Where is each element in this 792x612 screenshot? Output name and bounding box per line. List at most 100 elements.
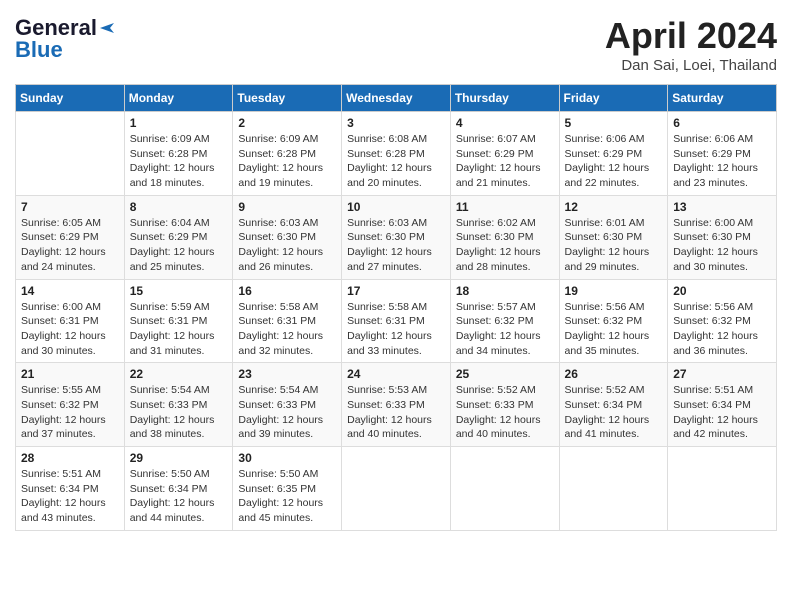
- calendar-cell: 14 Sunrise: 6:00 AMSunset: 6:31 PMDayligh…: [16, 279, 125, 363]
- calendar-cell: 15 Sunrise: 5:59 AMSunset: 6:31 PMDayligh…: [124, 279, 233, 363]
- day-info: Sunrise: 6:09 AMSunset: 6:28 PMDaylight:…: [130, 132, 228, 191]
- day-info: Sunrise: 6:07 AMSunset: 6:29 PMDaylight:…: [456, 132, 554, 191]
- day-info: Sunrise: 5:50 AMSunset: 6:35 PMDaylight:…: [238, 467, 336, 526]
- calendar-cell: 11 Sunrise: 6:02 AMSunset: 6:30 PMDayligh…: [450, 195, 559, 279]
- day-info: Sunrise: 6:09 AMSunset: 6:28 PMDaylight:…: [238, 132, 336, 191]
- day-info: Sunrise: 5:51 AMSunset: 6:34 PMDaylight:…: [673, 383, 771, 442]
- calendar-cell: [16, 112, 125, 196]
- calendar-cell: 19 Sunrise: 5:56 AMSunset: 6:32 PMDayligh…: [559, 279, 668, 363]
- header-cell-monday: Monday: [124, 85, 233, 112]
- calendar-week-1: 1 Sunrise: 6:09 AMSunset: 6:28 PMDaylight…: [16, 112, 777, 196]
- calendar-cell: 29Sunrise: 5:50 AMSunset: 6:34 PMDayligh…: [124, 447, 233, 531]
- day-number: 25: [456, 367, 554, 381]
- day-info: Sunrise: 5:53 AMSunset: 6:33 PMDaylight:…: [347, 383, 445, 442]
- calendar-cell: 13 Sunrise: 6:00 AMSunset: 6:30 PMDayligh…: [668, 195, 777, 279]
- day-info: Sunrise: 5:58 AMSunset: 6:31 PMDaylight:…: [238, 300, 336, 359]
- day-info: Sunrise: 6:03 AMSunset: 6:30 PMDaylight:…: [238, 216, 336, 275]
- calendar-week-3: 14 Sunrise: 6:00 AMSunset: 6:31 PMDayligh…: [16, 279, 777, 363]
- calendar-week-4: 21 Sunrise: 5:55 AMSunset: 6:32 PMDayligh…: [16, 363, 777, 447]
- day-number: 11: [456, 200, 554, 214]
- day-info: Sunrise: 6:03 AMSunset: 6:30 PMDaylight:…: [347, 216, 445, 275]
- header-cell-friday: Friday: [559, 85, 668, 112]
- calendar-cell: 24 Sunrise: 5:53 AMSunset: 6:33 PMDayligh…: [342, 363, 451, 447]
- logo-bird-icon: [98, 19, 116, 37]
- day-number: 15: [130, 284, 228, 298]
- day-info: Sunrise: 6:08 AMSunset: 6:28 PMDaylight:…: [347, 132, 445, 191]
- day-info: Sunrise: 5:55 AMSunset: 6:32 PMDaylight:…: [21, 383, 119, 442]
- day-number: 23: [238, 367, 336, 381]
- day-number: 1: [130, 116, 228, 130]
- calendar-cell: 16 Sunrise: 5:58 AMSunset: 6:31 PMDayligh…: [233, 279, 342, 363]
- day-info: Sunrise: 5:58 AMSunset: 6:31 PMDaylight:…: [347, 300, 445, 359]
- calendar-cell: [559, 447, 668, 531]
- calendar-cell: 22Sunrise: 5:54 AMSunset: 6:33 PMDayligh…: [124, 363, 233, 447]
- day-number: 12: [565, 200, 663, 214]
- day-number: 17: [347, 284, 445, 298]
- calendar-cell: 26Sunrise: 5:52 AMSunset: 6:34 PMDayligh…: [559, 363, 668, 447]
- day-number: 27: [673, 367, 771, 381]
- day-info: Sunrise: 6:00 AMSunset: 6:30 PMDaylight:…: [673, 216, 771, 275]
- day-info: Sunrise: 5:52 AMSunset: 6:33 PMDaylight:…: [456, 383, 554, 442]
- day-number: 24: [347, 367, 445, 381]
- calendar-cell: 5Sunrise: 6:06 AMSunset: 6:29 PMDaylight…: [559, 112, 668, 196]
- day-number: 28: [21, 451, 119, 465]
- header-cell-sunday: Sunday: [16, 85, 125, 112]
- day-info: Sunrise: 6:06 AMSunset: 6:29 PMDaylight:…: [565, 132, 663, 191]
- day-info: Sunrise: 6:00 AMSunset: 6:31 PMDaylight:…: [21, 300, 119, 359]
- location: Dan Sai, Loei, Thailand: [605, 57, 777, 74]
- day-number: 6: [673, 116, 771, 130]
- day-number: 21: [21, 367, 119, 381]
- day-info: Sunrise: 6:04 AMSunset: 6:29 PMDaylight:…: [130, 216, 228, 275]
- calendar-cell: 18Sunrise: 5:57 AMSunset: 6:32 PMDayligh…: [450, 279, 559, 363]
- day-number: 19: [565, 284, 663, 298]
- day-info: Sunrise: 5:56 AMSunset: 6:32 PMDaylight:…: [673, 300, 771, 359]
- calendar-cell: 12 Sunrise: 6:01 AMSunset: 6:30 PMDayligh…: [559, 195, 668, 279]
- header-cell-thursday: Thursday: [450, 85, 559, 112]
- header-cell-tuesday: Tuesday: [233, 85, 342, 112]
- calendar-cell: 28 Sunrise: 5:51 AMSunset: 6:34 PMDayligh…: [16, 447, 125, 531]
- day-info: Sunrise: 5:57 AMSunset: 6:32 PMDaylight:…: [456, 300, 554, 359]
- day-number: 2: [238, 116, 336, 130]
- day-number: 20: [673, 284, 771, 298]
- calendar-cell: 30Sunrise: 5:50 AMSunset: 6:35 PMDayligh…: [233, 447, 342, 531]
- page-header: General Blue April 2024 Dan Sai, Loei, T…: [15, 15, 777, 74]
- calendar-cell: 20 Sunrise: 5:56 AMSunset: 6:32 PMDayligh…: [668, 279, 777, 363]
- calendar-table: SundayMondayTuesdayWednesdayThursdayFrid…: [15, 84, 777, 531]
- calendar-week-2: 7 Sunrise: 6:05 AMSunset: 6:29 PMDaylight…: [16, 195, 777, 279]
- day-number: 4: [456, 116, 554, 130]
- header-cell-saturday: Saturday: [668, 85, 777, 112]
- logo: General Blue: [15, 15, 117, 63]
- day-info: Sunrise: 5:50 AMSunset: 6:34 PMDaylight:…: [130, 467, 228, 526]
- day-number: 14: [21, 284, 119, 298]
- calendar-cell: 1 Sunrise: 6:09 AMSunset: 6:28 PMDaylight…: [124, 112, 233, 196]
- calendar-cell: 10Sunrise: 6:03 AMSunset: 6:30 PMDayligh…: [342, 195, 451, 279]
- day-info: Sunrise: 5:52 AMSunset: 6:34 PMDaylight:…: [565, 383, 663, 442]
- day-number: 16: [238, 284, 336, 298]
- calendar-cell: 23 Sunrise: 5:54 AMSunset: 6:33 PMDayligh…: [233, 363, 342, 447]
- day-number: 7: [21, 200, 119, 214]
- calendar-cell: 9Sunrise: 6:03 AMSunset: 6:30 PMDaylight…: [233, 195, 342, 279]
- calendar-cell: [450, 447, 559, 531]
- calendar-cell: 25 Sunrise: 5:52 AMSunset: 6:33 PMDayligh…: [450, 363, 559, 447]
- day-number: 13: [673, 200, 771, 214]
- calendar-cell: 17 Sunrise: 5:58 AMSunset: 6:31 PMDayligh…: [342, 279, 451, 363]
- day-info: Sunrise: 5:59 AMSunset: 6:31 PMDaylight:…: [130, 300, 228, 359]
- logo-blue: Blue: [15, 37, 63, 63]
- day-info: Sunrise: 5:51 AMSunset: 6:34 PMDaylight:…: [21, 467, 119, 526]
- calendar-cell: [668, 447, 777, 531]
- day-number: 3: [347, 116, 445, 130]
- calendar-cell: 7 Sunrise: 6:05 AMSunset: 6:29 PMDaylight…: [16, 195, 125, 279]
- day-info: Sunrise: 6:02 AMSunset: 6:30 PMDaylight:…: [456, 216, 554, 275]
- day-info: Sunrise: 5:54 AMSunset: 6:33 PMDaylight:…: [130, 383, 228, 442]
- calendar-cell: [342, 447, 451, 531]
- day-info: Sunrise: 6:01 AMSunset: 6:30 PMDaylight:…: [565, 216, 663, 275]
- calendar-week-5: 28 Sunrise: 5:51 AMSunset: 6:34 PMDayligh…: [16, 447, 777, 531]
- day-info: Sunrise: 6:06 AMSunset: 6:29 PMDaylight:…: [673, 132, 771, 191]
- day-info: Sunrise: 5:54 AMSunset: 6:33 PMDaylight:…: [238, 383, 336, 442]
- day-info: Sunrise: 5:56 AMSunset: 6:32 PMDaylight:…: [565, 300, 663, 359]
- day-info: Sunrise: 6:05 AMSunset: 6:29 PMDaylight:…: [21, 216, 119, 275]
- month-title: April 2024: [605, 15, 777, 57]
- calendar-cell: 4 Sunrise: 6:07 AMSunset: 6:29 PMDaylight…: [450, 112, 559, 196]
- calendar-cell: 27 Sunrise: 5:51 AMSunset: 6:34 PMDayligh…: [668, 363, 777, 447]
- title-area: April 2024 Dan Sai, Loei, Thailand: [605, 15, 777, 74]
